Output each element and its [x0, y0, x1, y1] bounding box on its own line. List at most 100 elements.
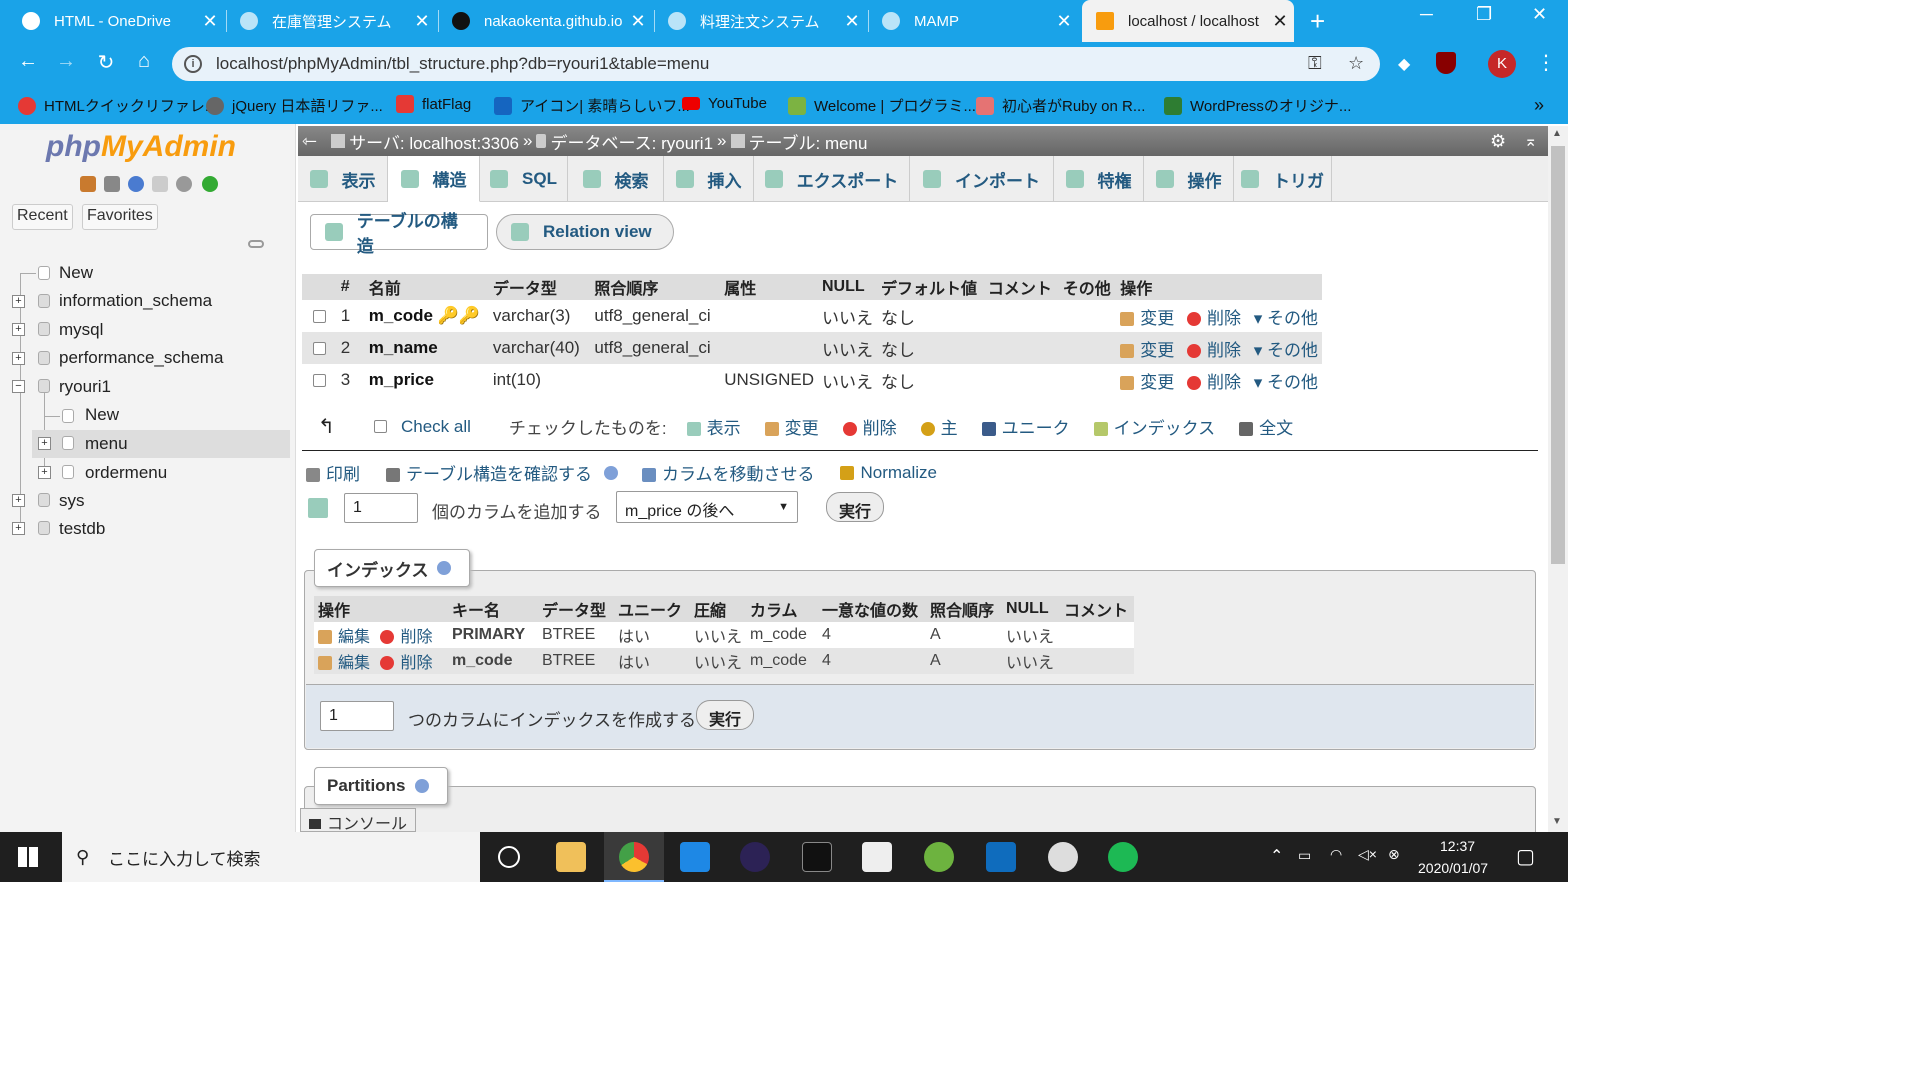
- star-icon[interactable]: ☆: [1348, 53, 1364, 74]
- breadcrumb-server[interactable]: サーバ: localhost:3306: [349, 129, 519, 154]
- more-dropdown[interactable]: ▾ その他: [1254, 373, 1318, 392]
- row-checkbox[interactable]: [312, 342, 326, 356]
- header-collation[interactable]: 照合順序: [590, 274, 721, 300]
- tab-onedrive[interactable]: HTML - OneDrive ✕: [8, 0, 224, 42]
- tree-item-new[interactable]: New: [59, 263, 93, 283]
- wifi-icon[interactable]: ◠: [1330, 846, 1342, 863]
- header-type[interactable]: データ型: [488, 274, 591, 300]
- bookmark-welcome[interactable]: Welcome | プログラミ...: [788, 95, 976, 116]
- header-num[interactable]: #: [336, 274, 365, 300]
- help-icon[interactable]: [603, 465, 618, 480]
- close-icon[interactable]: ✕: [408, 11, 436, 32]
- app-icon[interactable]: [1048, 842, 1078, 872]
- add-column-position-select[interactable]: m_price の後へ ▼: [616, 491, 798, 523]
- close-icon[interactable]: ✕: [1050, 11, 1078, 32]
- forward-button[interactable]: →: [52, 50, 80, 73]
- dropbox-icon[interactable]: ◆: [1398, 54, 1418, 74]
- spotify-icon[interactable]: [1108, 842, 1138, 872]
- normalize-link[interactable]: Normalize: [840, 463, 937, 483]
- change-button[interactable]: 変更: [1120, 373, 1174, 392]
- collapse-arrow-icon[interactable]: ⇽: [302, 131, 317, 152]
- check-all-label[interactable]: Check all: [401, 417, 471, 437]
- tree-item-ryouri1[interactable]: ryouri1: [59, 377, 111, 397]
- volume-icon[interactable]: ◁×: [1358, 846, 1377, 863]
- eclipse-icon[interactable]: [740, 842, 770, 872]
- tree-item-ordermenu[interactable]: ordermenu: [85, 463, 167, 483]
- tab-import[interactable]: インポート: [910, 156, 1054, 202]
- tab-insert[interactable]: 挿入: [664, 156, 754, 202]
- link-icon[interactable]: [248, 240, 264, 248]
- ublock-icon[interactable]: [1436, 52, 1456, 74]
- tree-item-new-table[interactable]: New: [85, 405, 119, 425]
- print-link[interactable]: 印刷: [306, 460, 360, 485]
- address-bar[interactable]: i localhost/phpMyAdmin/tbl_structure.php…: [172, 47, 1380, 81]
- expand-icon[interactable]: +: [12, 522, 25, 535]
- collapse-icon[interactable]: −: [12, 380, 25, 393]
- tab-inventory[interactable]: 在庫管理システム ✕: [226, 0, 436, 42]
- cortana-icon[interactable]: [498, 846, 520, 868]
- clock-date[interactable]: 2020/01/07: [1418, 860, 1488, 876]
- move-columns-link[interactable]: カラムを移動させる: [641, 460, 814, 485]
- header-name[interactable]: 名前: [364, 274, 489, 300]
- tree-item-menu[interactable]: menu: [85, 434, 128, 454]
- bulk-fulltext-button[interactable]: 全文: [1239, 414, 1293, 439]
- index-create-go-button[interactable]: 実行: [696, 700, 755, 730]
- header-default[interactable]: デフォルト値: [876, 274, 984, 300]
- help-icon[interactable]: [436, 561, 451, 575]
- tab-github[interactable]: nakaokenta.github.io ✕: [438, 0, 652, 42]
- bulk-unique-button[interactable]: ユニーク: [981, 414, 1070, 439]
- header-attributes[interactable]: 属性: [720, 274, 818, 300]
- propose-structure-link[interactable]: テーブル構造を確認する: [386, 460, 592, 485]
- bookmark-wordpress[interactable]: WordPressのオリジナ...: [1164, 95, 1351, 116]
- tree-item-mysql[interactable]: mysql: [59, 320, 103, 340]
- change-button[interactable]: 変更: [1120, 341, 1174, 360]
- breadcrumb-database[interactable]: データベース: ryouri1: [550, 129, 713, 154]
- bookmark-jquery[interactable]: jQuery 日本語リファ...: [206, 95, 383, 116]
- taskbar-search[interactable]: ⚲ ここに入力して検索: [62, 832, 480, 882]
- tab-sql[interactable]: SQL: [480, 156, 568, 202]
- close-icon[interactable]: ✕: [1266, 11, 1294, 32]
- tab-operations[interactable]: 操作: [1144, 156, 1234, 202]
- gear-icon[interactable]: ⚙: [1490, 131, 1506, 152]
- new-tab-button[interactable]: +: [1310, 6, 1325, 37]
- row-checkbox[interactable]: [312, 374, 326, 388]
- bookmark-icons[interactable]: アイコン| 素晴らしいフ...: [494, 95, 690, 116]
- vscode-icon[interactable]: [680, 842, 710, 872]
- tab-export[interactable]: エクスポート: [754, 156, 910, 202]
- clock-time[interactable]: 12:37: [1440, 838, 1475, 854]
- tab-triggers[interactable]: トリガ: [1234, 156, 1332, 202]
- tab-privileges[interactable]: 特権: [1054, 156, 1144, 202]
- scroll-up-icon[interactable]: ▲: [1552, 128, 1562, 139]
- more-dropdown[interactable]: ▾ その他: [1254, 309, 1318, 328]
- outlook-icon[interactable]: [986, 842, 1016, 872]
- index-edit-button[interactable]: 編集: [318, 655, 370, 672]
- bookmark-flatflag[interactable]: flatFlag: [396, 95, 471, 113]
- header-null[interactable]: NULL: [817, 274, 877, 300]
- tab-search[interactable]: 検索: [568, 156, 664, 202]
- close-icon[interactable]: ✕: [838, 11, 866, 32]
- add-column-count-input[interactable]: 1: [344, 493, 418, 523]
- tab-structure[interactable]: 構造: [388, 156, 480, 202]
- help-icon[interactable]: [415, 779, 430, 793]
- home-button[interactable]: ⌂: [130, 50, 158, 73]
- home-icon[interactable]: [80, 176, 96, 192]
- breadcrumb-table[interactable]: テーブル: menu: [749, 129, 868, 154]
- expand-icon[interactable]: +: [12, 323, 25, 336]
- bulk-browse-button[interactable]: 表示: [686, 414, 741, 439]
- notification-off-icon[interactable]: ⊗: [1388, 846, 1400, 863]
- file-explorer-icon[interactable]: [556, 842, 586, 872]
- favorites-button[interactable]: Favorites: [82, 204, 158, 230]
- more-dropdown[interactable]: ▾ その他: [1254, 341, 1318, 360]
- expand-icon[interactable]: +: [12, 352, 25, 365]
- check-all-checkbox[interactable]: [374, 420, 387, 433]
- back-button[interactable]: ←: [14, 50, 42, 73]
- drop-button[interactable]: 削除: [1186, 309, 1241, 328]
- docs-icon[interactable]: [152, 176, 168, 192]
- bulk-primary-button[interactable]: 主: [920, 414, 958, 439]
- change-button[interactable]: 変更: [1120, 309, 1174, 328]
- collapse-icon[interactable]: ⌅: [1524, 131, 1537, 151]
- phpmyadmin-logo[interactable]: phpMyAdmin: [46, 130, 236, 164]
- tree-item-sys[interactable]: sys: [59, 491, 85, 511]
- drop-button[interactable]: 削除: [1186, 373, 1241, 392]
- expand-icon[interactable]: +: [12, 295, 25, 308]
